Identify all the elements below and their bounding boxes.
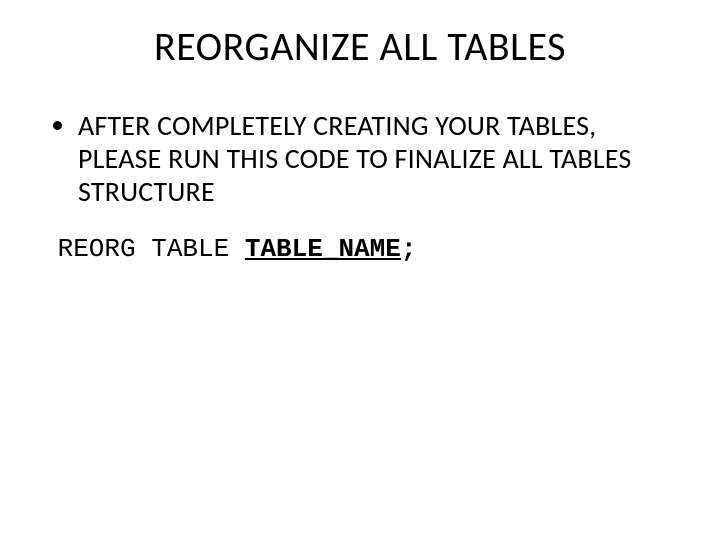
slide-title: REORGANIZE ALL TABLES bbox=[40, 22, 680, 71]
code-table-name: TABLE_NAME bbox=[245, 234, 401, 264]
slide: REORGANIZE ALL TABLES AFTER COMPLETELY C… bbox=[0, 0, 720, 540]
bullet-item: AFTER COMPLETELY CREATING YOUR TABLES, P… bbox=[78, 109, 672, 208]
code-line: REORG TABLE TABLE_NAME; bbox=[42, 234, 680, 264]
code-prefix: REORG TABLE bbox=[42, 234, 245, 264]
code-suffix: ; bbox=[401, 234, 417, 264]
bullet-list: AFTER COMPLETELY CREATING YOUR TABLES, P… bbox=[40, 109, 672, 208]
